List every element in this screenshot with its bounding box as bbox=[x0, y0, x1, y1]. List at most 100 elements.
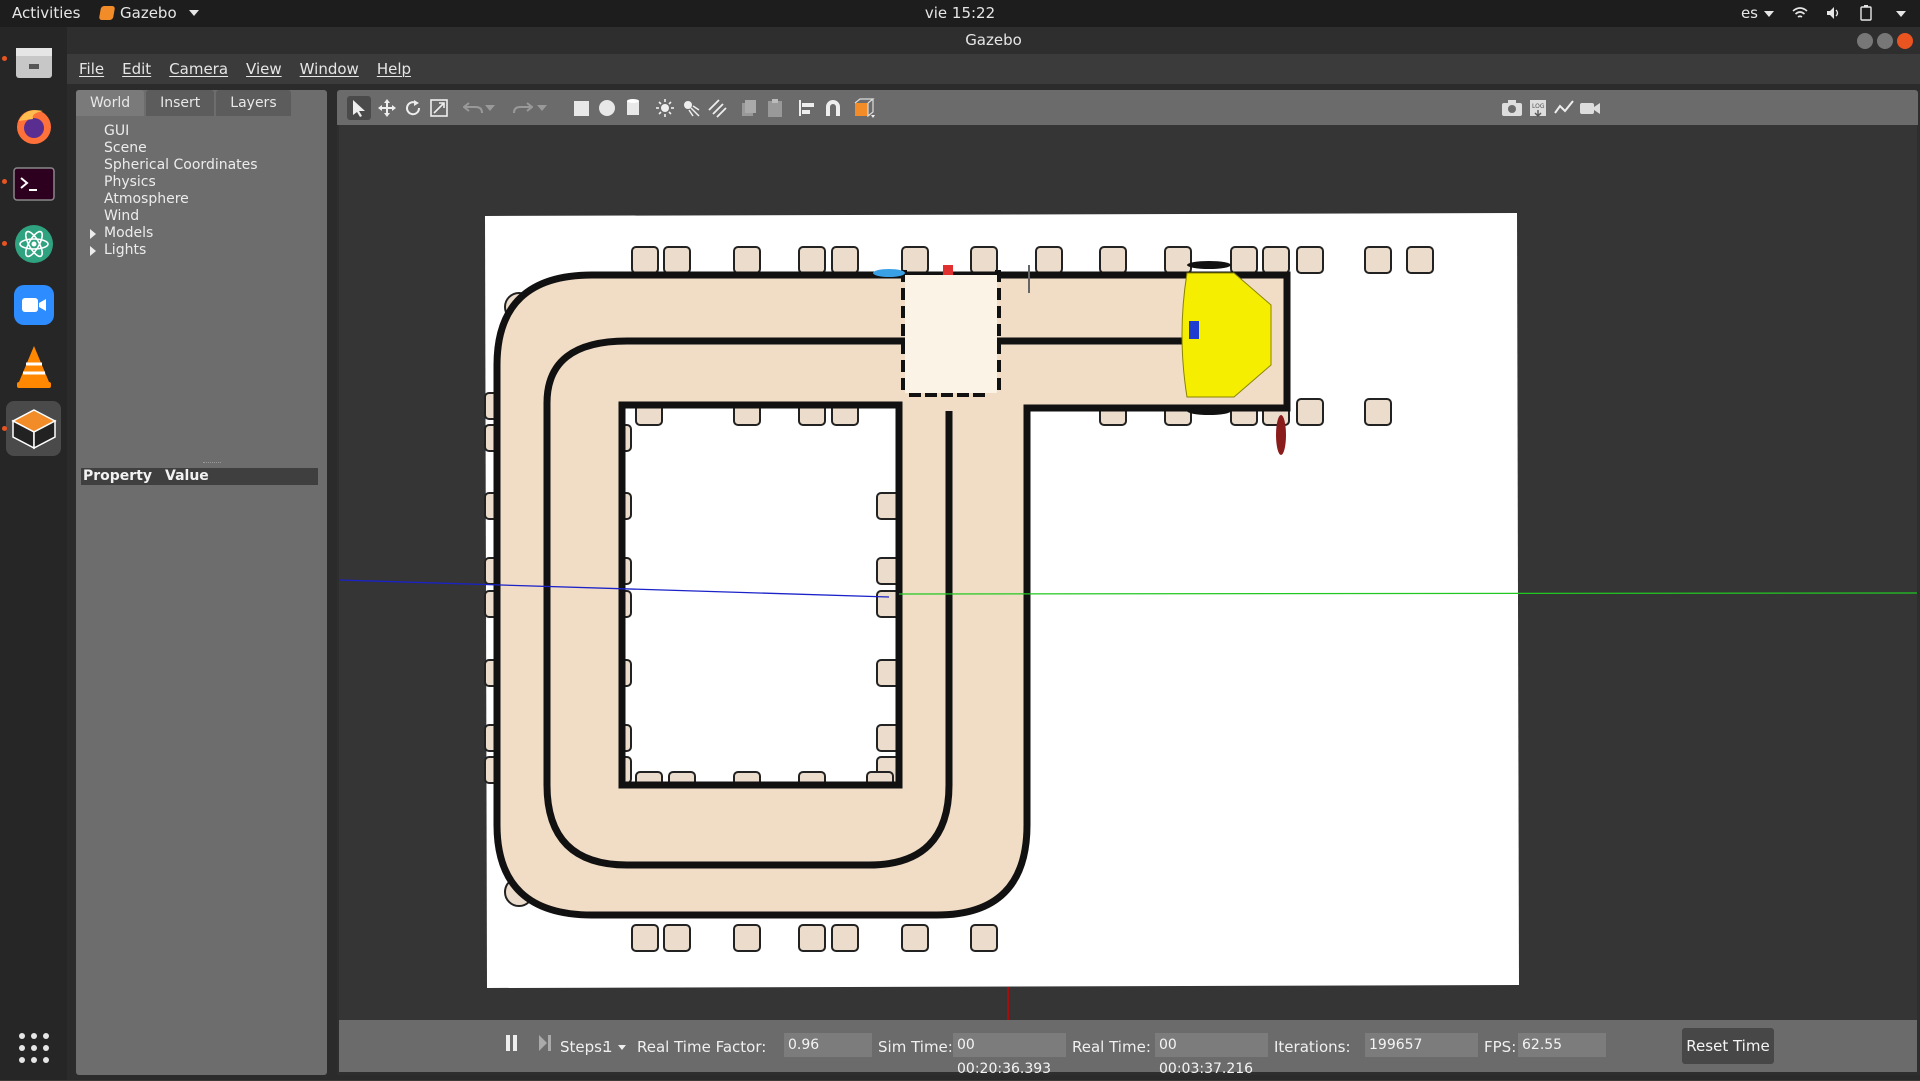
pause-icon bbox=[506, 1035, 517, 1051]
copy-button[interactable] bbox=[737, 96, 761, 120]
wifi-icon bbox=[1792, 7, 1808, 18]
dock-terminal[interactable] bbox=[6, 156, 61, 211]
log-button[interactable]: LOG bbox=[1526, 96, 1550, 120]
menu-file[interactable]: File bbox=[79, 60, 104, 78]
scene-toolbar: LOG bbox=[337, 90, 1918, 125]
tab-insert[interactable]: Insert bbox=[146, 90, 215, 116]
chevron-down-icon bbox=[537, 105, 547, 111]
clock[interactable]: vie 15:22 bbox=[0, 4, 1920, 22]
paste-icon bbox=[768, 99, 782, 117]
steps-value: 1 bbox=[603, 1038, 613, 1056]
value-column-header: Value bbox=[165, 468, 209, 484]
dock-firefox[interactable] bbox=[6, 98, 61, 153]
expand-arrow-icon[interactable] bbox=[90, 229, 96, 239]
redo-history-button[interactable] bbox=[535, 96, 549, 120]
tree-item-gui[interactable]: GUI bbox=[90, 123, 258, 140]
gazebo-icon bbox=[10, 408, 57, 449]
spot-light-button[interactable] bbox=[679, 96, 703, 120]
minimize-button[interactable] bbox=[1857, 33, 1873, 49]
directional-light-button[interactable] bbox=[705, 96, 729, 120]
top-bar: Activities Gazebo vie 15:22 es bbox=[0, 0, 1920, 27]
sim-time-value: 00 00:20:36.393 bbox=[953, 1033, 1066, 1077]
copy-icon bbox=[742, 100, 756, 116]
menu-view[interactable]: View bbox=[246, 60, 282, 78]
gazebo-app-icon bbox=[98, 6, 116, 20]
real-time-factor-value: 0.96 bbox=[784, 1033, 872, 1057]
dock-show-applications[interactable] bbox=[6, 1020, 61, 1075]
point-light-button[interactable] bbox=[653, 96, 677, 120]
activities-button[interactable]: Activities bbox=[12, 4, 80, 22]
splitter-handle[interactable] bbox=[203, 462, 221, 464]
menu-window[interactable]: Window bbox=[300, 60, 359, 78]
cylinder-icon bbox=[627, 99, 639, 115]
video-record-button[interactable] bbox=[1578, 96, 1602, 120]
menu-camera[interactable]: Camera bbox=[169, 60, 228, 78]
spot-light-icon bbox=[684, 101, 700, 117]
steps-spinner[interactable]: 1 bbox=[603, 1038, 626, 1056]
reset-time-button[interactable]: Reset Time bbox=[1682, 1028, 1774, 1064]
paste-button[interactable] bbox=[763, 96, 787, 120]
box-shape-button[interactable] bbox=[569, 96, 593, 120]
log-icon: LOG bbox=[1530, 100, 1546, 117]
box-icon bbox=[574, 101, 589, 116]
simulation-status-bar: Steps: 1 Real Time Factor: 0.96 Sim Time… bbox=[339, 1020, 1917, 1077]
scale-icon bbox=[430, 99, 448, 117]
volume-icon bbox=[1827, 7, 1839, 19]
pause-button[interactable] bbox=[505, 1034, 519, 1056]
window-titlebar[interactable]: Gazebo bbox=[67, 27, 1920, 54]
tab-world[interactable]: World bbox=[76, 90, 145, 116]
menu-edit[interactable]: Edit bbox=[122, 60, 151, 78]
magnet-icon bbox=[826, 100, 840, 116]
sphere-shape-button[interactable] bbox=[595, 96, 619, 120]
translate-mode-button[interactable] bbox=[375, 96, 399, 120]
tab-layers[interactable]: Layers bbox=[216, 90, 291, 116]
tree-item-spherical-coordinates[interactable]: Spherical Coordinates bbox=[90, 157, 258, 174]
crossing-area bbox=[905, 275, 997, 393]
tree-item-scene[interactable]: Scene bbox=[90, 140, 258, 157]
fps-label: FPS: bbox=[1484, 1038, 1517, 1056]
step-button[interactable] bbox=[538, 1034, 552, 1056]
dock-files[interactable] bbox=[6, 34, 61, 89]
tree-item-physics[interactable]: Physics bbox=[90, 174, 258, 191]
view-angle-button[interactable] bbox=[853, 96, 877, 120]
keyboard-layout-indicator[interactable]: es bbox=[1741, 4, 1774, 22]
scene-render bbox=[339, 213, 1917, 1020]
plot-icon bbox=[1554, 100, 1574, 114]
property-table-header: Property Value bbox=[81, 468, 318, 485]
undo-button[interactable] bbox=[461, 96, 485, 120]
expand-arrow-icon[interactable] bbox=[90, 246, 96, 256]
snap-button[interactable] bbox=[821, 96, 845, 120]
system-tray[interactable]: es bbox=[1741, 4, 1906, 22]
scale-mode-button[interactable] bbox=[427, 96, 451, 120]
real-time-factor-label: Real Time Factor: bbox=[637, 1038, 767, 1056]
close-button[interactable] bbox=[1897, 33, 1913, 49]
undo-history-button[interactable] bbox=[483, 96, 497, 120]
show-applications-icon bbox=[18, 1032, 49, 1063]
rotate-mode-button[interactable] bbox=[401, 96, 425, 120]
world-tree: GUI Scene Spherical Coordinates Physics … bbox=[90, 123, 258, 259]
vlc-icon bbox=[16, 345, 51, 388]
menu-help[interactable]: Help bbox=[377, 60, 411, 78]
screenshot-button[interactable] bbox=[1500, 96, 1524, 120]
select-mode-button[interactable] bbox=[347, 96, 371, 120]
redo-button[interactable] bbox=[511, 96, 535, 120]
app-menu[interactable]: Gazebo bbox=[98, 4, 199, 22]
left-panel-tabs: World Insert Layers bbox=[76, 90, 291, 116]
plot-button[interactable] bbox=[1552, 96, 1576, 120]
dock-zoom[interactable] bbox=[6, 277, 61, 332]
left-panel: World Insert Layers GUI Scene Spherical … bbox=[76, 90, 327, 1075]
3d-viewport[interactable] bbox=[339, 125, 1917, 1020]
tree-item-wind[interactable]: Wind bbox=[90, 208, 258, 225]
dock-gazebo[interactable] bbox=[6, 401, 61, 456]
dock-atom[interactable] bbox=[6, 216, 61, 271]
redo-icon bbox=[513, 102, 533, 114]
tree-item-lights[interactable]: Lights bbox=[90, 242, 258, 259]
tree-item-models[interactable]: Models bbox=[90, 225, 258, 242]
window-title: Gazebo bbox=[965, 31, 1022, 49]
dock-vlc[interactable] bbox=[6, 339, 61, 394]
align-button[interactable] bbox=[795, 96, 819, 120]
system-menu[interactable] bbox=[1890, 4, 1906, 22]
cylinder-shape-button[interactable] bbox=[621, 96, 645, 120]
tree-item-atmosphere[interactable]: Atmosphere bbox=[90, 191, 258, 208]
maximize-button[interactable] bbox=[1877, 33, 1893, 49]
